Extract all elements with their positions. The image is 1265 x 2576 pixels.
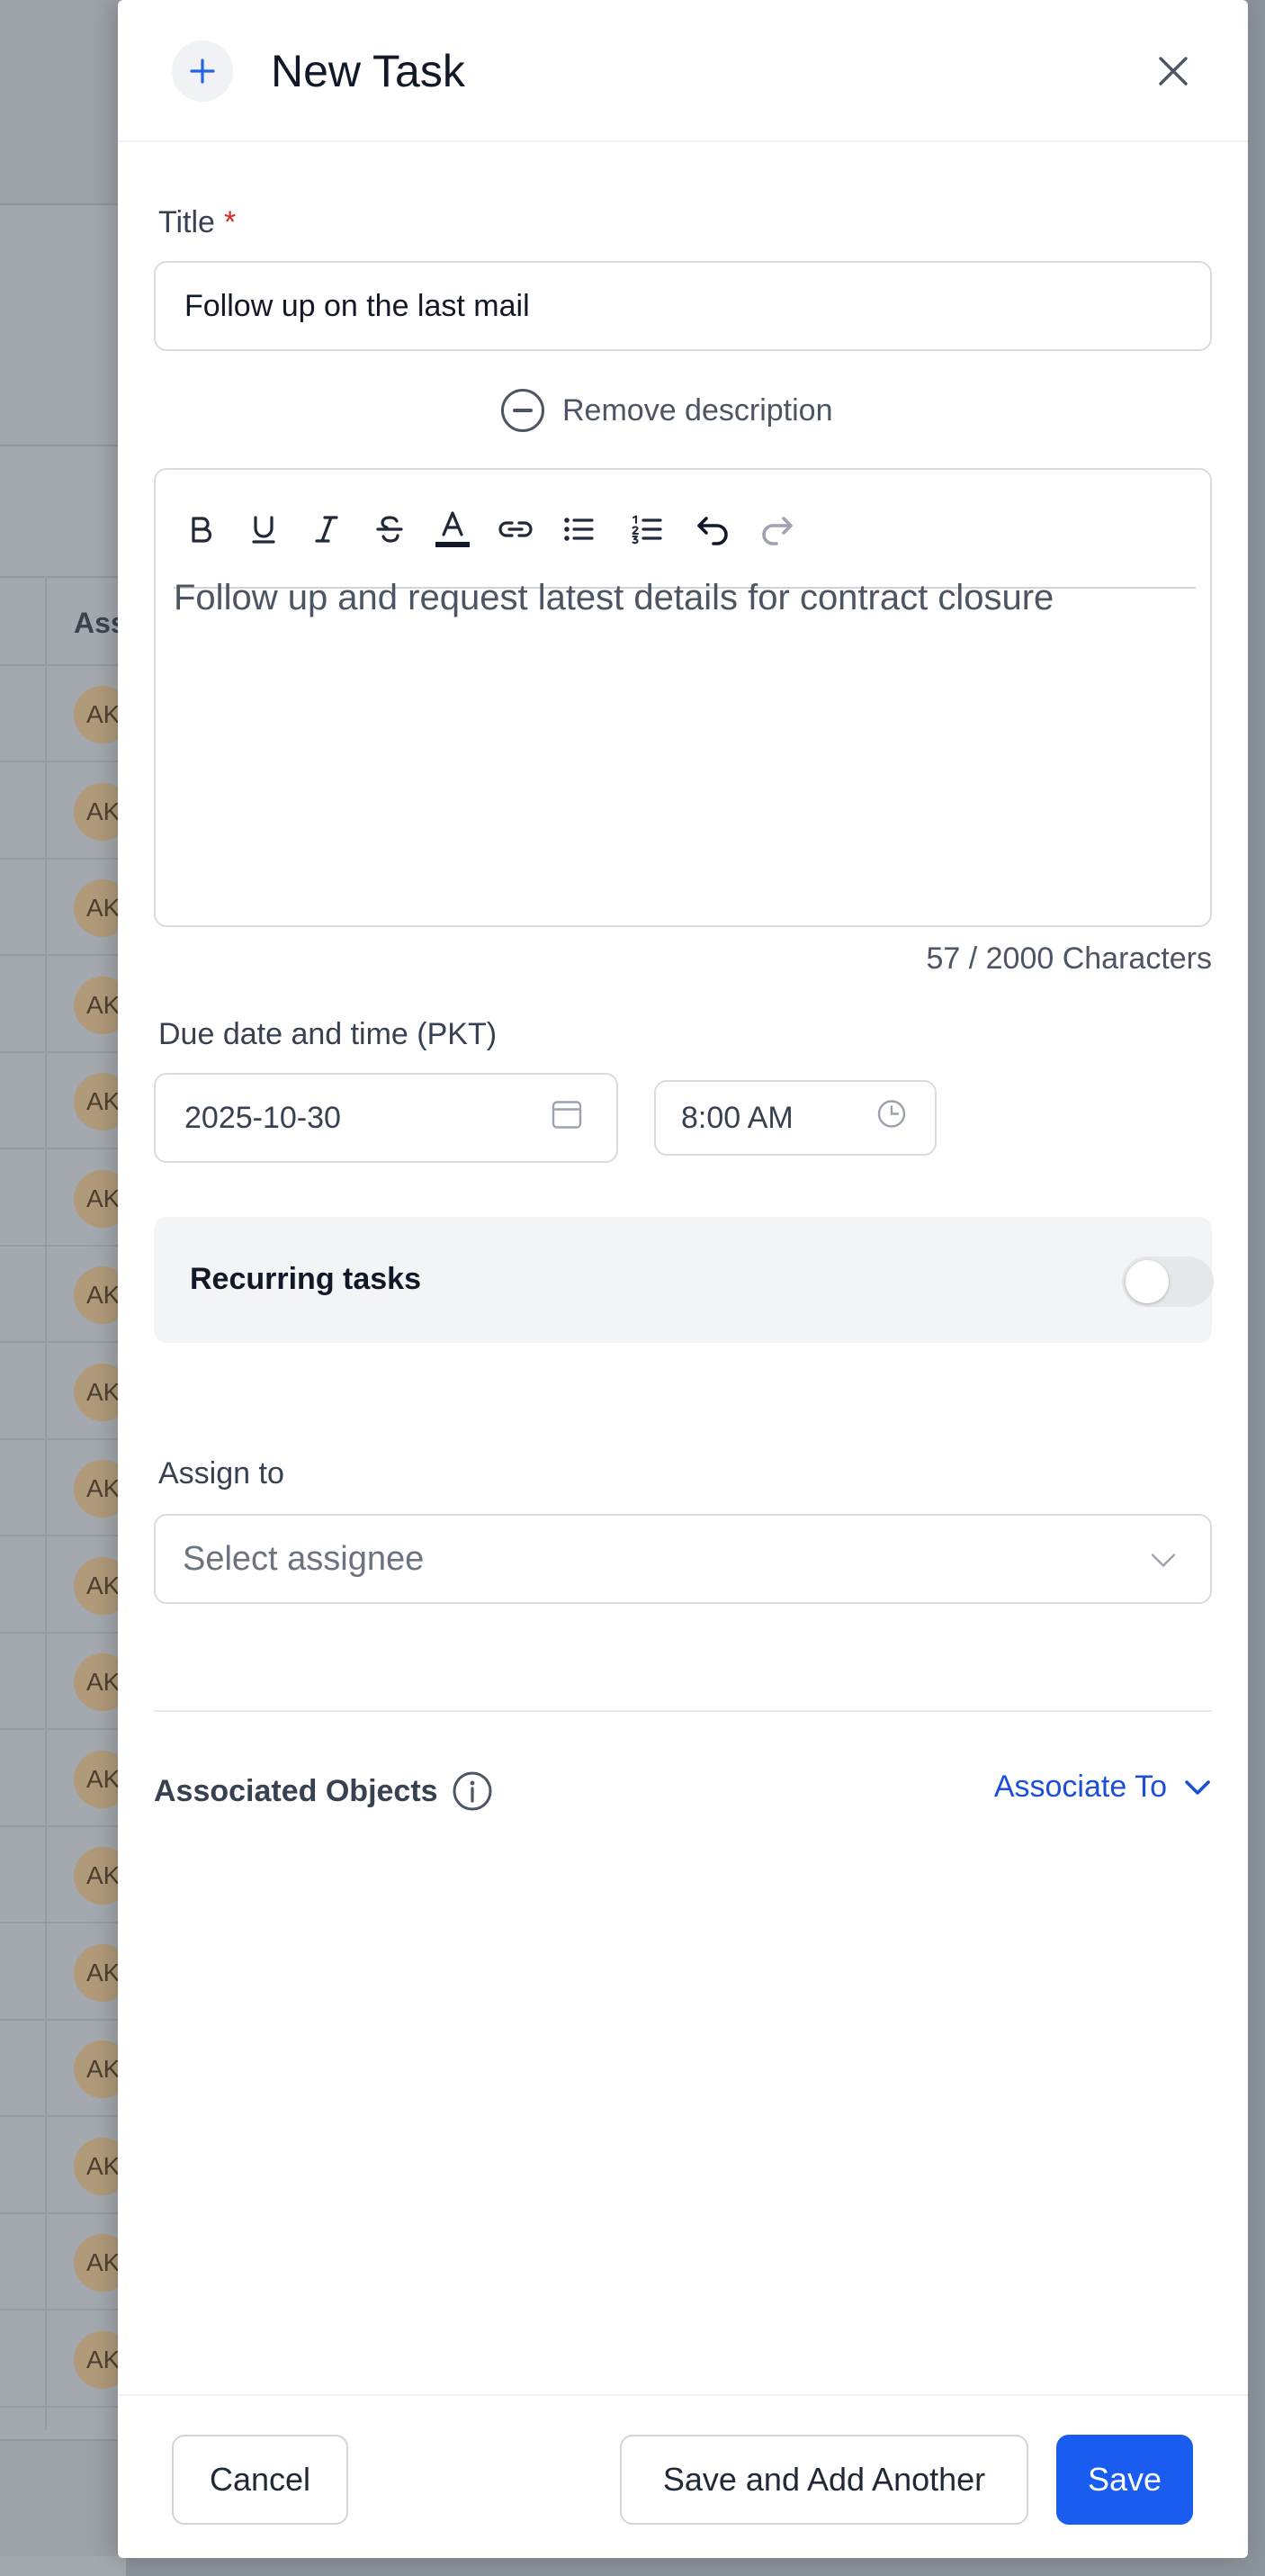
bold-icon xyxy=(192,517,212,543)
due-time-input[interactable]: 8:00 AM xyxy=(654,1080,937,1156)
background-column-header: Ass xyxy=(0,576,127,666)
recurring-tasks-toggle[interactable] xyxy=(1122,1256,1214,1307)
chevron-down-icon xyxy=(1185,1779,1210,1795)
recurring-tasks-card: Recurring tasks xyxy=(154,1217,1214,1343)
background-row: AK xyxy=(0,957,131,1053)
assignee-select[interactable]: Select assignee xyxy=(154,1514,1212,1604)
associated-objects-text: Associated Objects xyxy=(154,1773,438,1808)
link-button[interactable] xyxy=(490,504,541,554)
plus-icon xyxy=(172,41,233,102)
strikethrough-icon xyxy=(376,516,403,543)
title-label: Title * xyxy=(158,205,236,240)
bullet-list-icon xyxy=(564,518,594,541)
background-row: AK xyxy=(0,860,131,956)
save-button[interactable]: Save xyxy=(1056,2435,1193,2525)
background-row: AK xyxy=(0,1247,131,1343)
background-row: AK xyxy=(0,1731,131,1827)
cancel-button[interactable]: Cancel xyxy=(172,2435,348,2525)
background-row: AK xyxy=(0,666,131,762)
background-row: AK xyxy=(0,2118,131,2214)
due-date-input[interactable]: 2025-10-30 xyxy=(154,1073,618,1163)
due-time-value: 8:00 AM xyxy=(681,1100,794,1135)
minus-circle-icon xyxy=(501,389,544,432)
strikethrough-button[interactable] xyxy=(364,504,415,554)
background-row: AK xyxy=(0,1053,131,1149)
numbered-list-button[interactable] xyxy=(622,504,672,554)
background-row: AK xyxy=(0,1537,131,1634)
background-row: AK xyxy=(0,2214,131,2310)
clock-icon xyxy=(875,1098,908,1139)
calendar-icon xyxy=(550,1097,584,1139)
save-and-add-another-button[interactable]: Save and Add Another xyxy=(620,2435,1028,2525)
background-footer xyxy=(0,2439,126,2556)
editor-content[interactable]: Follow up and request latest details for… xyxy=(174,578,1190,618)
remove-description-button[interactable]: Remove description xyxy=(501,385,832,436)
text-color-icon xyxy=(435,511,470,547)
associated-objects-label: Associated Objects xyxy=(154,1770,494,1813)
assign-to-label: Assign to xyxy=(158,1456,284,1491)
background-app: Ass AK AK AK AK AK AK AK AK AK AK AK AK AK AK AK AK AK AK xyxy=(0,0,131,2576)
background-row: AK xyxy=(0,2021,131,2117)
required-mark: * xyxy=(223,205,237,239)
background-row: AK xyxy=(0,1634,131,1730)
new-task-drawer: New Task Title * Follow up on the last ma… xyxy=(118,0,1248,2558)
remove-description-label: Remove description xyxy=(562,392,833,428)
due-date-value: 2025-10-30 xyxy=(184,1100,341,1135)
drawer-header: New Task xyxy=(118,0,1248,142)
background-topbar xyxy=(0,0,126,205)
drawer-title: New Task xyxy=(271,46,465,96)
due-date-label: Due date and time (PKT) xyxy=(158,1017,498,1051)
drawer-footer: Cancel Save and Add Another Save xyxy=(118,2394,1248,2558)
undo-icon xyxy=(697,517,728,545)
italic-button[interactable] xyxy=(301,504,352,554)
background-row: AK xyxy=(0,1440,131,1536)
background-row: AK xyxy=(0,1827,131,1923)
link-icon xyxy=(498,521,533,537)
background-band xyxy=(0,205,126,446)
assignee-placeholder: Select assignee xyxy=(183,1539,425,1578)
background-row: AK xyxy=(0,1150,131,1247)
bullet-list-button[interactable] xyxy=(553,504,604,554)
recurring-tasks-label: Recurring tasks xyxy=(190,1262,421,1296)
redo-icon xyxy=(762,517,793,545)
background-row: AK xyxy=(0,2311,131,2408)
info-icon[interactable] xyxy=(451,1770,494,1813)
text-color-button[interactable] xyxy=(427,504,478,554)
associate-to-dropdown[interactable]: Associate To xyxy=(994,1770,1212,1805)
numbered-list-icon xyxy=(632,515,662,545)
underline-icon xyxy=(252,516,275,544)
character-count: 57 / 2000 Characters xyxy=(926,941,1212,976)
chevron-down-icon xyxy=(1149,1540,1178,1579)
title-label-text: Title xyxy=(158,205,215,239)
background-row: AK xyxy=(0,1344,131,1440)
section-divider xyxy=(154,1710,1212,1712)
title-input[interactable]: Follow up on the last mail xyxy=(154,261,1212,351)
background-row: AK xyxy=(0,763,131,860)
associate-to-label: Associate To xyxy=(993,1770,1167,1804)
description-editor[interactable]: Follow up and request latest details for… xyxy=(154,468,1212,927)
close-icon xyxy=(1159,57,1188,86)
italic-icon xyxy=(315,516,338,543)
undo-button[interactable] xyxy=(688,504,739,554)
toggle-knob xyxy=(1126,1260,1169,1303)
bold-button[interactable] xyxy=(175,504,226,554)
title-input-value: Follow up on the last mail xyxy=(184,288,530,323)
redo-button[interactable] xyxy=(751,504,802,554)
underline-button[interactable] xyxy=(238,504,289,554)
background-row: AK xyxy=(0,1924,131,2021)
editor-toolbar xyxy=(174,488,1196,589)
close-button[interactable] xyxy=(1149,47,1198,95)
